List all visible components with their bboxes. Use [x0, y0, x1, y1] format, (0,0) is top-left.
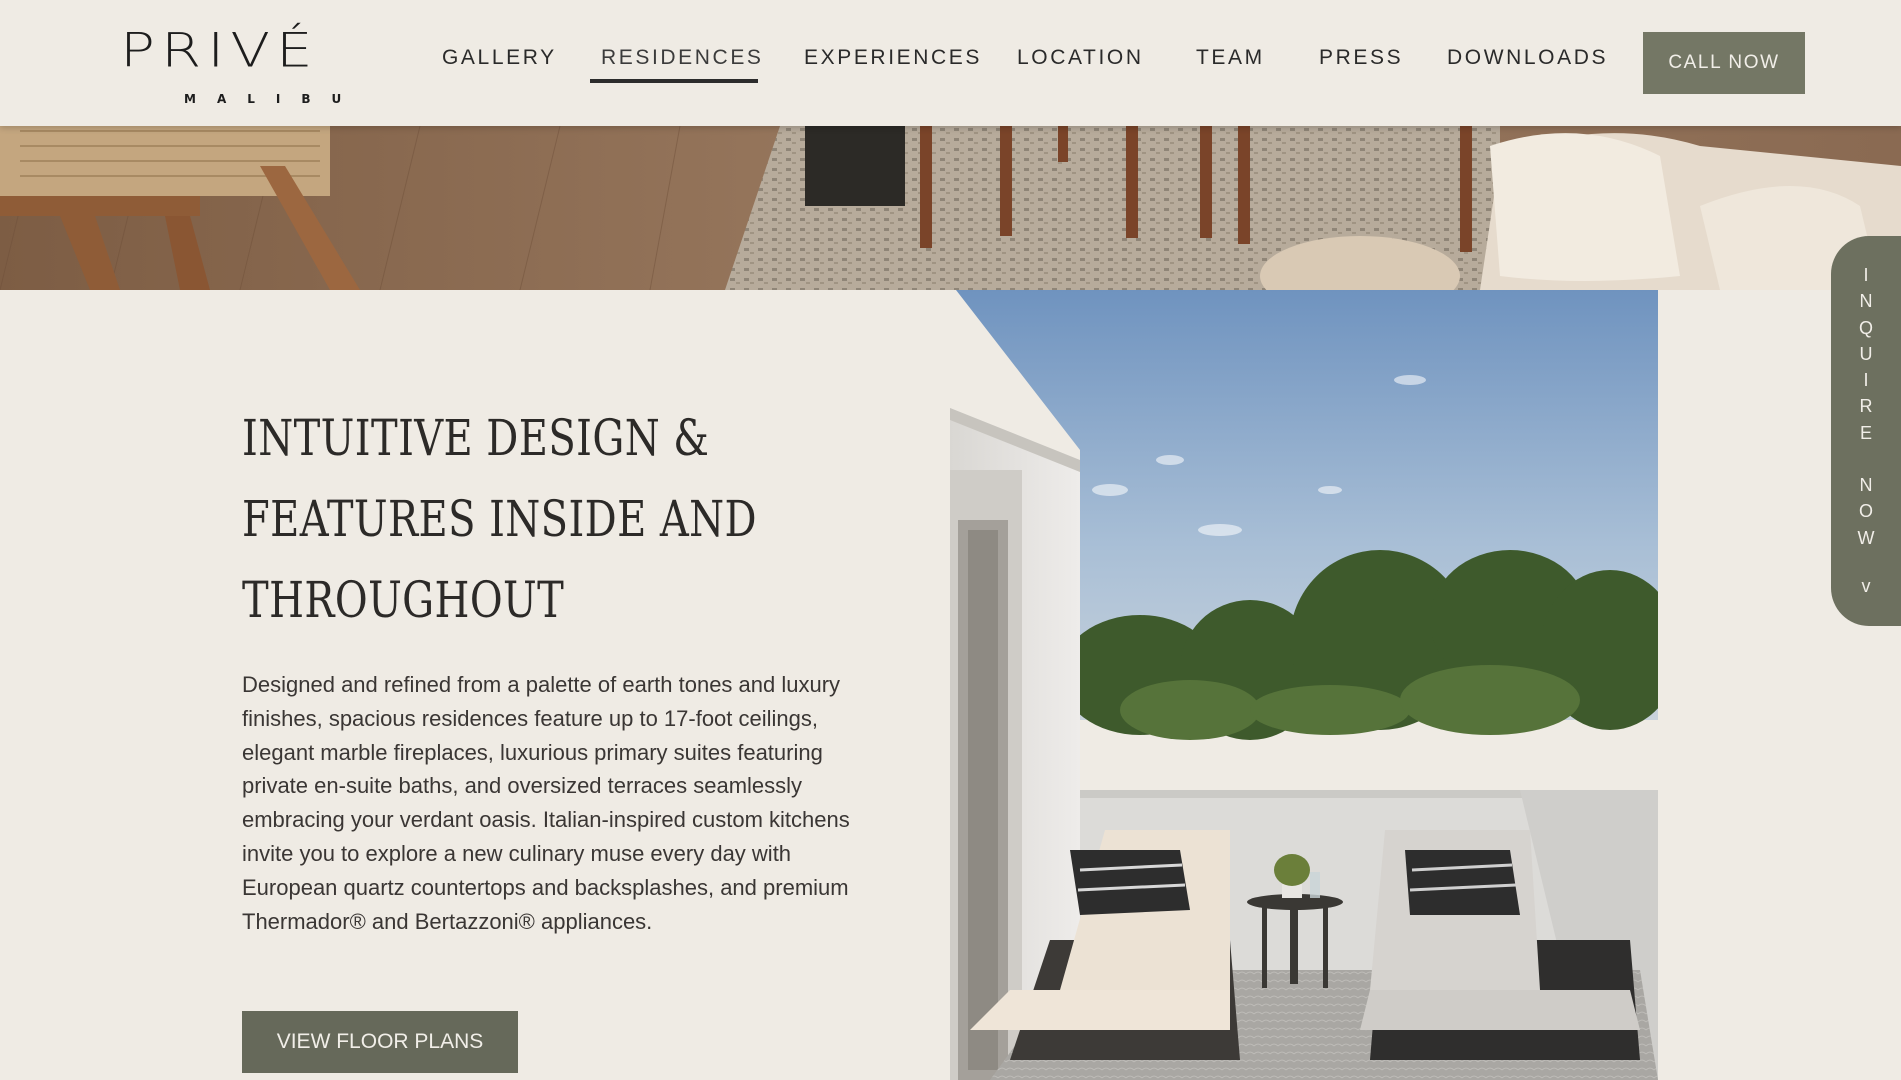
terrace-photo: [950, 290, 1658, 1080]
inquire-letter: N: [1859, 291, 1873, 312]
nav-item-press[interactable]: PRESS: [1319, 46, 1403, 70]
inquire-letter: W: [1857, 527, 1875, 548]
inquire-word-gap: [1831, 446, 1901, 472]
inquire-letter: I: [1863, 370, 1869, 391]
call-now-button[interactable]: CALL NOW: [1643, 32, 1805, 94]
inquire-letter: O: [1858, 501, 1873, 522]
hero-interior-image: [0, 126, 1901, 290]
terrace-photo-illustration: [950, 290, 1658, 1080]
inquire-letter: Q: [1858, 317, 1873, 338]
nav-item-experiences[interactable]: EXPERIENCES: [804, 46, 982, 70]
logo-location: MALIBU: [184, 92, 363, 106]
chevron-down-icon: v: [1861, 576, 1871, 596]
inquire-letter: U: [1859, 343, 1873, 364]
nav-active-underline: [590, 79, 758, 83]
nav-item-team[interactable]: TEAM: [1196, 46, 1265, 70]
logo-wordmark: PRIVÉ: [120, 22, 319, 78]
inquire-now-tab[interactable]: I N Q U I R E N O W v: [1831, 236, 1901, 626]
section-body-text: Designed and refined from a palette of e…: [242, 672, 850, 934]
section-headline: INTUITIVE DESIGN & FEATURES INSIDE AND T…: [242, 398, 802, 641]
nav-item-residences[interactable]: RESIDENCES: [601, 46, 764, 70]
inquire-letter: R: [1859, 396, 1873, 417]
section-headline-text: INTUITIVE DESIGN & FEATURES INSIDE AND T…: [242, 409, 758, 629]
brand-logo[interactable]: PRIVÉ MALIBU: [120, 18, 396, 110]
inquire-letter: N: [1859, 475, 1873, 496]
nav-item-gallery[interactable]: GALLERY: [442, 46, 557, 70]
view-floor-plans-button[interactable]: VIEW FLOOR PLANS: [242, 1011, 518, 1073]
nav-item-downloads[interactable]: DOWNLOADS: [1447, 46, 1608, 70]
site-header: PRIVÉ MALIBU GALLERY RESIDENCES EXPERIEN…: [0, 0, 1901, 126]
nav-item-location[interactable]: LOCATION: [1017, 46, 1144, 70]
interior-photo-illustration: [0, 126, 1901, 290]
inquire-now-label: I N Q U I R E N O W: [1831, 262, 1901, 551]
inquire-letter: E: [1859, 422, 1872, 443]
inquire-letter: I: [1863, 265, 1869, 285]
